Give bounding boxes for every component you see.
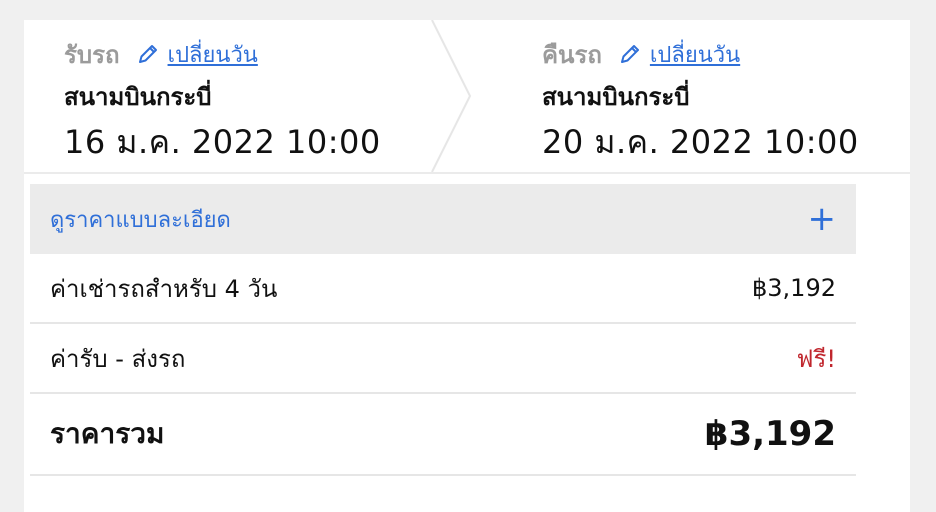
price-detail-label: ดูราคาแบบละเอียด xyxy=(50,207,231,233)
price-breakdown: ดูราคาแบบละเอียด + ค่าเช่ารถสำหรับ 4 วัน… xyxy=(30,184,856,476)
rental-fee-value: ฿3,192 xyxy=(752,274,836,302)
pickup-change-date-link[interactable]: เปลี่ยนวัน xyxy=(136,37,258,72)
delivery-fee-value: ฟรี! xyxy=(796,344,836,373)
pickup-datetime: 16 ม.ค. 2022 10:00 xyxy=(64,123,381,161)
plus-icon[interactable]: + xyxy=(808,202,837,236)
total-label: ราคารวม xyxy=(50,417,165,450)
return-location: สนามบินกระบี่ xyxy=(542,83,690,111)
return-label: คืนรถ xyxy=(542,40,602,69)
trip-dates-section: รับรถ เปลี่ยนวัน สนามบินกระบี่ 16 ม.ค. 2… xyxy=(24,20,910,174)
return-datetime: 20 ม.ค. 2022 10:00 xyxy=(542,123,859,161)
delivery-fee-label: ค่ารับ - ส่งรถ xyxy=(50,344,186,373)
rental-fee-label: ค่าเช่ารถสำหรับ 4 วัน xyxy=(50,274,278,303)
return-change-date-link[interactable]: เปลี่ยนวัน xyxy=(618,37,740,72)
pencil-icon xyxy=(620,45,639,63)
price-line-total: ราคารวม ฿3,192 xyxy=(30,394,856,476)
return-block: คืนรถ เปลี่ยนวัน สนามบินกระบี่ 20 ม.ค. 2… xyxy=(542,20,859,168)
pickup-label: รับรถ xyxy=(64,40,120,69)
price-detail-toggle[interactable]: ดูราคาแบบละเอียด + xyxy=(30,184,856,254)
price-line-delivery: ค่ารับ - ส่งรถ ฟรี! xyxy=(30,324,856,394)
pickup-location: สนามบินกระบี่ xyxy=(64,83,212,111)
return-change-date-label: เปลี่ยนวัน xyxy=(649,42,741,68)
total-value: ฿3,192 xyxy=(704,414,836,454)
pickup-change-date-label: เปลี่ยนวัน xyxy=(167,42,258,68)
chevron-divider-icon xyxy=(431,20,472,172)
price-line-rental: ค่าเช่ารถสำหรับ 4 วัน ฿3,192 xyxy=(30,254,856,324)
pencil-icon xyxy=(138,45,157,63)
pickup-block: รับรถ เปลี่ยนวัน สนามบินกระบี่ 16 ม.ค. 2… xyxy=(64,20,381,168)
